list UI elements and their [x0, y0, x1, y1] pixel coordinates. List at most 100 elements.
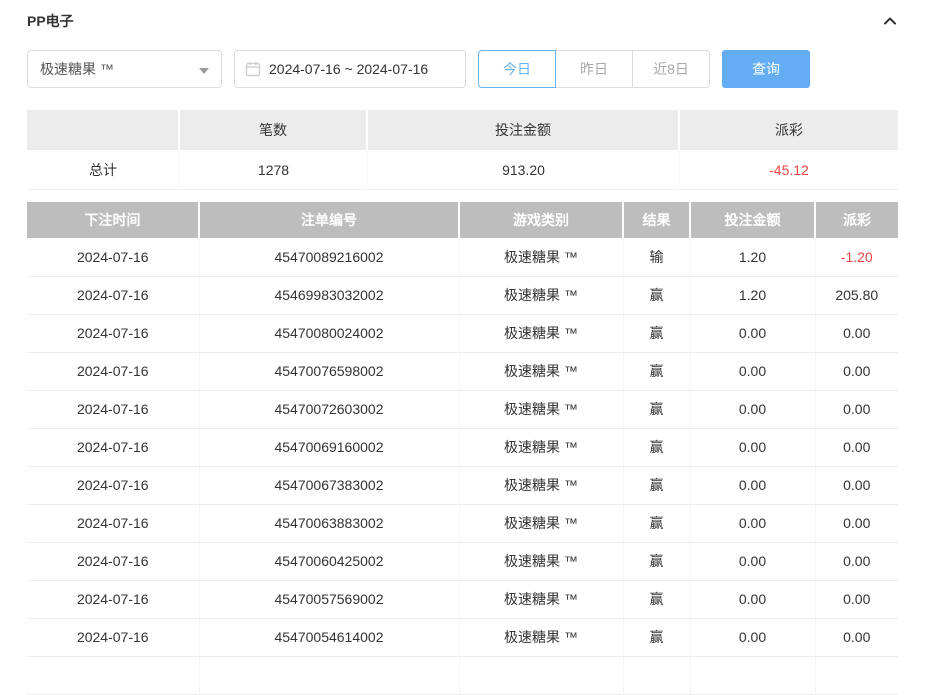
cell-bet-time: 2024-07-16: [27, 542, 199, 580]
cell-result: 赢: [623, 466, 690, 504]
table-row: 2024-07-16 45470076598002 极速糖果 ™ 赢 0.00 …: [27, 352, 898, 390]
cell-result: 赢: [623, 352, 690, 390]
date-range-value: 2024-07-16 ~ 2024-07-16: [269, 61, 428, 77]
table-row: 2024-07-16 45470067383002 极速糖果 ™ 赢 0.00 …: [27, 466, 898, 504]
cell-payout: 0.00: [815, 618, 898, 656]
cell-result: 赢: [623, 314, 690, 352]
today-button[interactable]: 今日: [478, 50, 556, 88]
cell-order-id: 45470067383002: [199, 466, 459, 504]
table-row: 2024-07-16 45470060425002 极速糖果 ™ 赢 0.00 …: [27, 542, 898, 580]
cell-game-type: 极速糖果 ™: [459, 352, 623, 390]
cell-game-type: 极速糖果 ™: [459, 466, 623, 504]
cell-game-type: 极速糖果 ™: [459, 314, 623, 352]
summary-payout-value: -45.12: [680, 150, 898, 190]
summary-count-value: 1278: [180, 150, 368, 190]
cell-bet-amount: 0.00: [690, 618, 815, 656]
cell-order-id: 45470060425002: [199, 542, 459, 580]
cell-bet-amount: 0.00: [690, 314, 815, 352]
cell-result: 赢: [623, 276, 690, 314]
column-header-order-id: 注单编号: [199, 202, 459, 238]
summary-header-count: 笔数: [180, 110, 368, 150]
page-title: PP电子: [27, 11, 74, 31]
cell-order-id: 45470069160002: [199, 428, 459, 466]
cell-game-type: 极速糖果 ™: [459, 390, 623, 428]
cell-order-id: 45470080024002: [199, 314, 459, 352]
panel-header: PP电子: [27, 10, 898, 32]
cell-bet-time: 2024-07-16: [27, 580, 199, 618]
date-range-input[interactable]: 2024-07-16 ~ 2024-07-16: [234, 50, 466, 88]
bet-table-body: 2024-07-16 45470089216002 极速糖果 ™ 输 1.20 …: [27, 238, 898, 656]
cell-order-id: 45470089216002: [199, 238, 459, 276]
cell-game-type: 极速糖果 ™: [459, 428, 623, 466]
bet-table-partial-row: [27, 656, 898, 694]
cell-order-id: 45470057569002: [199, 580, 459, 618]
cell-result: 赢: [623, 504, 690, 542]
cell-bet-time: 2024-07-16: [27, 390, 199, 428]
summary-header-bet-amount: 投注金额: [368, 110, 680, 150]
cell-payout: 0.00: [815, 428, 898, 466]
bet-table: 下注时间 注单编号 游戏类别 结果 投注金额 派彩 2024-07-16 454…: [27, 202, 898, 695]
yesterday-button[interactable]: 昨日: [555, 50, 633, 88]
table-row: 2024-07-16 45469983032002 极速糖果 ™ 赢 1.20 …: [27, 276, 898, 314]
chevron-up-icon: [882, 13, 898, 29]
cell-payout: 0.00: [815, 466, 898, 504]
cell-result: 输: [623, 238, 690, 276]
cell-bet-time: 2024-07-16: [27, 314, 199, 352]
cell-payout: 0.00: [815, 580, 898, 618]
cell-payout: 0.00: [815, 390, 898, 428]
cell-payout: -1.20: [815, 238, 898, 276]
cell-game-type: 极速糖果 ™: [459, 542, 623, 580]
cell-order-id: 45470076598002: [199, 352, 459, 390]
cell-result: 赢: [623, 580, 690, 618]
table-row: [27, 656, 898, 694]
cell-bet-amount: 1.20: [690, 238, 815, 276]
chevron-down-icon: [199, 68, 209, 74]
cell-bet-time: 2024-07-16: [27, 466, 199, 504]
table-row: 2024-07-16 45470054614002 极速糖果 ™ 赢 0.00 …: [27, 618, 898, 656]
last-8-days-button[interactable]: 近8日: [632, 50, 710, 88]
collapse-button[interactable]: [882, 13, 898, 29]
table-row: 2024-07-16 45470089216002 极速糖果 ™ 输 1.20 …: [27, 238, 898, 276]
cell-bet-amount: 0.00: [690, 390, 815, 428]
cell-bet-time: 2024-07-16: [27, 428, 199, 466]
cell-bet-amount: 0.00: [690, 504, 815, 542]
cell-payout: 0.00: [815, 314, 898, 352]
cell-bet-amount: 0.00: [690, 428, 815, 466]
table-row: 2024-07-16 45470063883002 极速糖果 ™ 赢 0.00 …: [27, 504, 898, 542]
cell-order-id: 45470054614002: [199, 618, 459, 656]
cell-game-type: 极速糖果 ™: [459, 238, 623, 276]
quick-range-buttons: 今日 昨日 近8日: [478, 50, 710, 88]
cell-game-type: 极速糖果 ™: [459, 618, 623, 656]
summary-header-payout: 派彩: [680, 110, 898, 150]
game-select-value: 极速糖果 ™: [40, 59, 114, 79]
cell-order-id: 45470072603002: [199, 390, 459, 428]
cell-payout: 0.00: [815, 542, 898, 580]
cell-game-type: 极速糖果 ™: [459, 580, 623, 618]
summary-bet-amount-value: 913.20: [368, 150, 680, 190]
cell-payout: 0.00: [815, 352, 898, 390]
cell-payout: 0.00: [815, 504, 898, 542]
cell-bet-time: 2024-07-16: [27, 238, 199, 276]
cell-result: 赢: [623, 618, 690, 656]
cell-result: 赢: [623, 542, 690, 580]
cell-game-type: 极速糖果 ™: [459, 504, 623, 542]
cell-result: 赢: [623, 428, 690, 466]
summary-table: 笔数 投注金额 派彩 总计 1278 913.20 -45.12: [27, 110, 898, 190]
cell-bet-amount: 0.00: [690, 542, 815, 580]
cell-order-id: 45469983032002: [199, 276, 459, 314]
cell-payout: 205.80: [815, 276, 898, 314]
table-row: 2024-07-16 45470080024002 极速糖果 ™ 赢 0.00 …: [27, 314, 898, 352]
column-header-game-type: 游戏类别: [459, 202, 623, 238]
column-header-bet-time: 下注时间: [27, 202, 199, 238]
game-select[interactable]: 极速糖果 ™: [27, 50, 222, 88]
cell-bet-time: 2024-07-16: [27, 618, 199, 656]
cell-bet-time: 2024-07-16: [27, 276, 199, 314]
summary-total-label: 总计: [27, 150, 180, 190]
calendar-icon: [245, 61, 261, 77]
search-button[interactable]: 查询: [722, 50, 810, 88]
table-row: 2024-07-16 45470069160002 极速糖果 ™ 赢 0.00 …: [27, 428, 898, 466]
column-header-payout: 派彩: [815, 202, 898, 238]
filter-bar: 极速糖果 ™ 2024-07-16 ~ 2024-07-16 今日 昨日 近8日…: [27, 50, 898, 88]
table-row: 2024-07-16 45470072603002 极速糖果 ™ 赢 0.00 …: [27, 390, 898, 428]
column-header-result: 结果: [623, 202, 690, 238]
